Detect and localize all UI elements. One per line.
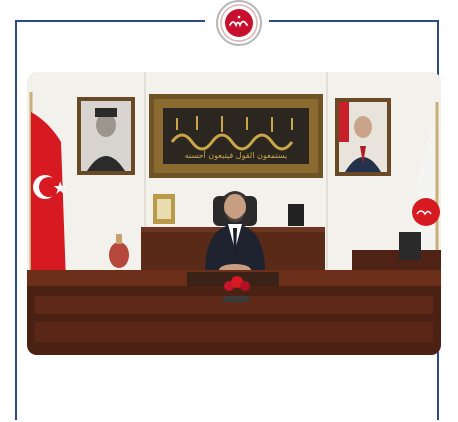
diyanet-emblem-icon xyxy=(220,4,258,42)
calligraphy-text: يستمعون القول فيتبعون أحسنه xyxy=(185,150,288,160)
left-portrait xyxy=(77,97,135,175)
office-scene: يستمعون القول فيتبعون أحسنه xyxy=(27,72,441,355)
right-portrait xyxy=(335,98,391,176)
diyanet-logo xyxy=(216,0,262,46)
calligraphy-panel: يستمعون القول فيتبعون أحسنه xyxy=(149,94,323,178)
office-photo: يستمعون القول فيتبعون أحسنه xyxy=(27,72,441,355)
